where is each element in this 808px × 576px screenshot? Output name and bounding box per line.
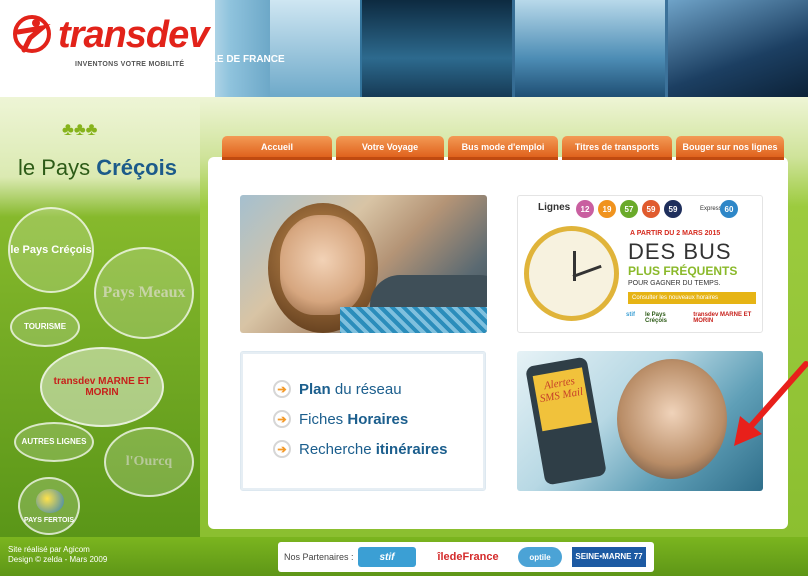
link-plan-reseau[interactable]: ➔ Plan du réseau <box>273 380 402 398</box>
partners-label: Nos Partenaires : <box>284 552 354 562</box>
nav-pays-crecois-label: le Pays Créçois <box>10 243 92 256</box>
nav-pays-fertois[interactable]: PAYS FERTOIS <box>18 477 80 535</box>
brand-slogan: INVENTONS VOTRE MOBILITÉ <box>75 61 185 68</box>
sms-alerts-banner[interactable]: Alertes SMS Mail <box>517 351 763 491</box>
header-photo-bus-interior <box>362 0 512 97</box>
partners-box: Nos Partenaires : stif îledeFrance optil… <box>278 542 654 572</box>
arrow-right-icon: ➔ <box>273 380 291 398</box>
nav-autres-lignes[interactable]: AUTRES LIGNES <box>14 422 94 462</box>
tab-bus-mode-emploi[interactable]: Bus mode d'emploi <box>448 136 558 160</box>
nav-transdev-label: transdev MARNE ET MORIN <box>53 376 151 398</box>
quick-links-panel: ➔ Plan du réseau ➔ Fiches Horaires ➔ Rec… <box>240 351 486 491</box>
lines-announcement-banner[interactable]: Lignes 12 19 57 59 59 Express 60 A PARTI… <box>517 195 763 333</box>
sidebar-title-part2: Créçois <box>96 155 177 180</box>
express-label: Express <box>700 206 722 212</box>
photo-face <box>280 215 365 315</box>
header-photo-buses <box>515 0 665 97</box>
red-arrow-annotation <box>734 361 808 446</box>
header-photo-woman <box>668 0 808 97</box>
sidebar-title: le Pays Créçois <box>18 155 177 181</box>
nav-tourisme[interactable]: TOURISME <box>10 307 80 347</box>
line-badge: 12 <box>576 200 594 218</box>
tab-titres-transports[interactable]: Titres de transports <box>562 136 672 160</box>
mini-logos: stif le Pays Créçois transdev MARNE ET M… <box>626 312 762 324</box>
header-photo-people <box>270 0 360 97</box>
line-badge: 60 <box>720 200 738 218</box>
arrow-right-icon: ➔ <box>273 440 291 458</box>
transdev-logo-icon[interactable] <box>12 14 52 54</box>
promo-photo-girl-on-bus[interactable] <box>240 195 487 333</box>
headline: DES BUS <box>628 239 732 264</box>
mini-logo-transdev: transdev MARNE ET MORIN <box>693 312 752 324</box>
trees-icon: ♣♣♣ <box>62 119 98 139</box>
link-pre: Fiches <box>299 410 348 428</box>
credit-agicom[interactable]: Site réalisé par Agicom <box>8 545 107 555</box>
tab-votre-voyage[interactable]: Votre Voyage <box>336 136 444 160</box>
tab-bouger-lignes[interactable]: Bouger sur nos lignes <box>676 136 784 160</box>
brand-name[interactable]: transdev <box>58 14 209 57</box>
tagline: POUR GAGNER DU TEMPS. <box>628 280 721 287</box>
link-rest: du réseau <box>330 380 402 398</box>
nav-pays-meaux[interactable]: Pays Meaux <box>94 247 194 339</box>
nav-ourcq-label: l'Ourcq <box>125 454 173 470</box>
nav-tourisme-label: TOURISME <box>23 321 67 331</box>
sidebar-title-part1: le Pays <box>18 155 97 180</box>
partner-iledefrance-logo[interactable]: îledeFrance <box>424 547 512 567</box>
pays-crecois-header: ♣♣♣ le Pays Créçois <box>0 97 200 197</box>
tab-accueil[interactable]: Accueil <box>222 136 332 160</box>
site-header: transdev INVENTONS VOTRE MOBILITÉ ILE DE… <box>0 0 808 97</box>
line-badge: 19 <box>598 200 616 218</box>
phone-icon: Alertes SMS Mail <box>525 356 607 486</box>
link-bold: itinéraires <box>375 440 448 458</box>
link-bold: Plan <box>299 380 331 398</box>
top-nav-tabs: Accueil Votre Voyage Bus mode d'emploi T… <box>222 136 784 164</box>
link-pre: Recherche <box>299 440 376 458</box>
link-fiches-horaires-text: Fiches Horaires <box>299 411 408 428</box>
line-badge: 57 <box>620 200 638 218</box>
partner-stif-logo[interactable]: stif <box>358 547 416 567</box>
subheadline: PLUS FRÉQUENTS <box>628 264 738 278</box>
clock-hand <box>572 264 602 278</box>
line-badge: 59 <box>664 200 682 218</box>
credits: Site réalisé par Agicom Design © zelda -… <box>8 545 107 565</box>
sidebar: ♣♣♣ le Pays Créçois le Pays Créçois Pays… <box>0 97 200 537</box>
pays-fertois-icon <box>36 489 64 513</box>
site-footer: Site réalisé par Agicom Design © zelda -… <box>0 537 808 576</box>
nav-pays-crecois[interactable]: le Pays Créçois <box>8 207 94 293</box>
link-fiches-horaires[interactable]: ➔ Fiches Horaires <box>273 410 408 428</box>
partner-seine-marne-logo[interactable]: SEINE•MARNE 77 <box>572 547 646 567</box>
nav-ourcq[interactable]: l'Ourcq <box>104 427 194 497</box>
region-label: ILE DE FRANCE <box>208 54 285 65</box>
mini-logo-pays-crecois: le Pays Créçois <box>645 312 668 324</box>
photo-seat-fabric <box>340 307 487 333</box>
link-recherche-itineraires[interactable]: ➔ Recherche itinéraires <box>273 440 447 458</box>
credit-design: Design © zelda - Mars 2009 <box>8 555 108 564</box>
phone-screen-text: Alertes SMS Mail <box>532 367 592 432</box>
nav-pays-fertois-label: PAYS FERTOIS <box>23 517 75 525</box>
clock-icon <box>524 226 619 321</box>
link-plan-reseau-text: Plan du réseau <box>299 381 402 398</box>
consult-horaires-link[interactable]: Consulter les nouveaux horaires <box>628 292 756 304</box>
link-recherche-itineraires-text: Recherche itinéraires <box>299 441 447 458</box>
nav-transdev-marne-et-morin[interactable]: transdev MARNE ET MORIN <box>40 347 164 427</box>
partner-optile-logo[interactable]: optile <box>518 547 562 567</box>
nav-pays-meaux-label: Pays Meaux <box>102 284 186 302</box>
arrow-right-icon: ➔ <box>273 410 291 428</box>
link-bold: Horaires <box>347 410 409 428</box>
mini-logo-stif: stif <box>626 312 635 318</box>
date-text: A PARTIR DU 2 MARS 2015 <box>630 230 721 237</box>
nav-autres-lignes-label: AUTRES LIGNES <box>21 436 87 446</box>
photo-woman-face <box>617 359 727 479</box>
lignes-label: Lignes <box>538 202 571 213</box>
line-badge: 59 <box>642 200 660 218</box>
